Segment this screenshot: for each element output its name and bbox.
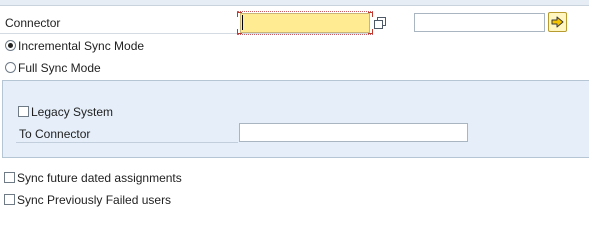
failed-users-label[interactable]: Sync Previously Failed users [17,193,171,207]
copy-icon[interactable] [373,16,387,30]
future-dated-label[interactable]: Sync future dated assignments [17,171,182,185]
legacy-system-checkbox[interactable] [18,106,29,117]
legacy-group-panel [2,80,589,158]
to-connector-label: To Connector [19,127,91,141]
future-dated-checkbox[interactable] [4,172,15,183]
full-sync-label[interactable]: Full Sync Mode [18,61,101,75]
text-caret [242,15,243,30]
header-strip [0,0,589,6]
arrow-right-icon[interactable] [548,12,567,32]
row-separator [0,33,372,34]
full-sync-radio[interactable] [5,62,16,73]
failed-users-checkbox[interactable] [4,194,15,205]
legacy-system-label[interactable]: Legacy System [31,105,113,119]
incremental-sync-label[interactable]: Incremental Sync Mode [18,39,144,53]
connector-secondary-input[interactable] [414,13,545,32]
to-connector-input[interactable] [239,123,468,142]
connector-label: Connector [5,16,61,30]
row-separator [16,142,238,143]
incremental-sync-radio[interactable] [5,40,16,51]
connector-input[interactable] [240,13,370,33]
radio-selected-dot [8,43,13,48]
